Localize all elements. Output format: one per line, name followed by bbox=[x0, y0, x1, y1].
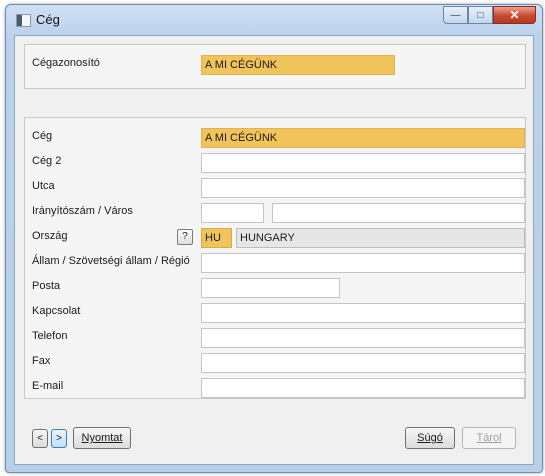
country-help-button[interactable]: ? bbox=[177, 229, 193, 245]
close-icon: ✕ bbox=[509, 8, 520, 22]
pobox-label: Posta bbox=[32, 280, 61, 292]
fax-label: Fax bbox=[32, 355, 51, 367]
help-button[interactable]: Súgó bbox=[405, 427, 455, 449]
phone-label: Telefon bbox=[32, 330, 68, 342]
minimize-icon: — bbox=[450, 9, 461, 21]
company-id-label: Cégazonosító bbox=[32, 57, 100, 69]
window-title: Cég bbox=[36, 12, 60, 27]
dialog-body: Cégazonosító A MI CÉGÜNK Cég A MI CÉGÜNK… bbox=[14, 35, 534, 465]
print-button-label: Nyomtat bbox=[81, 432, 123, 444]
print-button[interactable]: Nyomtat bbox=[73, 427, 131, 449]
save-button-label: Tárol bbox=[476, 432, 502, 444]
state-field[interactable] bbox=[201, 253, 525, 273]
company-details-panel: Cég A MI CÉGÜNK Cég 2 Utca Irányítószám … bbox=[24, 117, 526, 399]
email-label: E-mail bbox=[32, 380, 64, 392]
email-field[interactable] bbox=[201, 378, 525, 398]
street-field[interactable] bbox=[201, 178, 525, 198]
save-button[interactable]: Tárol bbox=[462, 427, 516, 449]
phone-field[interactable] bbox=[201, 328, 525, 348]
contact-label: Kapcsolat bbox=[32, 305, 81, 317]
previous-button[interactable]: < bbox=[32, 429, 48, 448]
country-name-field: HUNGARY bbox=[236, 228, 525, 248]
company-label: Cég bbox=[32, 130, 53, 142]
next-button[interactable]: > bbox=[51, 429, 67, 448]
company-window: Cég — □ ✕ Cégazonosító A MI CÉGÜNK Cég A… bbox=[5, 4, 543, 473]
close-button[interactable]: ✕ bbox=[493, 6, 536, 24]
state-label: Állam / Szövetségi állam / Régió bbox=[32, 255, 190, 267]
city-field[interactable] bbox=[272, 203, 525, 223]
street-label: Utca bbox=[32, 180, 55, 192]
help-button-label: Súgó bbox=[417, 432, 443, 444]
window-controls: — □ ✕ bbox=[443, 6, 536, 24]
country-label: Ország bbox=[32, 230, 68, 242]
company-field[interactable]: A MI CÉGÜNK bbox=[201, 128, 525, 148]
dialog-footer: < > Nyomtat Súgó Tárol bbox=[24, 421, 524, 455]
zip-field[interactable] bbox=[201, 203, 264, 223]
fax-field[interactable] bbox=[201, 353, 525, 373]
window-icon bbox=[16, 14, 31, 27]
maximize-button[interactable]: □ bbox=[468, 6, 493, 24]
maximize-icon: □ bbox=[477, 9, 484, 21]
company-id-panel: Cégazonosító A MI CÉGÜNK bbox=[24, 44, 526, 89]
contact-field[interactable] bbox=[201, 303, 525, 323]
minimize-button[interactable]: — bbox=[443, 6, 468, 24]
company-id-field[interactable]: A MI CÉGÜNK bbox=[201, 55, 395, 75]
country-code-field[interactable]: HU bbox=[201, 228, 232, 248]
company2-label: Cég 2 bbox=[32, 155, 62, 167]
company2-field[interactable] bbox=[201, 153, 525, 173]
title-bar[interactable]: Cég — □ ✕ bbox=[6, 5, 542, 35]
zip-city-label: Irányítószám / Város bbox=[32, 205, 133, 217]
pobox-field[interactable] bbox=[201, 278, 340, 298]
